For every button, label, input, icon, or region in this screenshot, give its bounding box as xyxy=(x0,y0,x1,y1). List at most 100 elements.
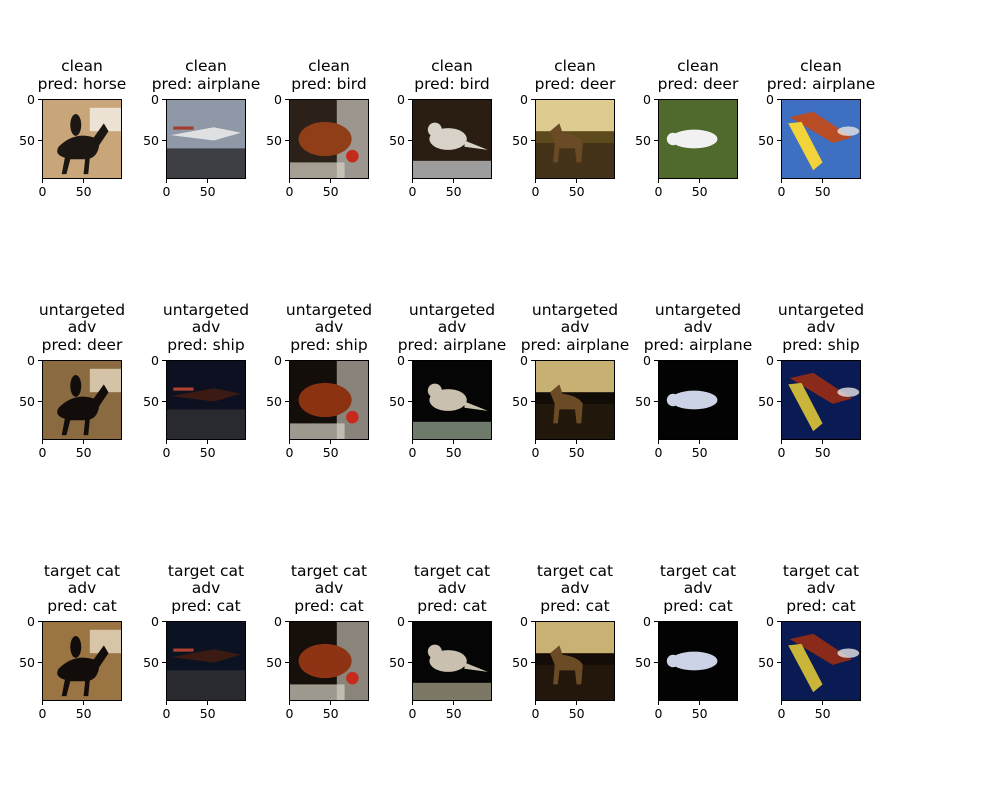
x-tick-label: 50 xyxy=(568,184,585,199)
x-tick-mark xyxy=(166,440,167,444)
panel-title-line: adv xyxy=(806,579,836,598)
x-tick-mark xyxy=(453,179,455,183)
x-tick-label: 0 xyxy=(162,706,171,721)
image-panel xyxy=(781,99,861,179)
panel-title-line: clean xyxy=(800,57,842,76)
x-tick-mark xyxy=(535,179,536,183)
y-tick-mark xyxy=(777,99,781,100)
y-tick-label: 50 xyxy=(635,393,651,409)
horse-rider-photo xyxy=(43,100,121,178)
y-tick-label: 50 xyxy=(512,132,528,148)
y-tick-label: 50 xyxy=(389,654,405,670)
y-tick-mark xyxy=(408,662,412,664)
x-tick-label: 0 xyxy=(777,445,786,460)
y-tick-mark xyxy=(531,99,535,100)
adversarial-airplane-photo xyxy=(167,361,245,439)
x-tick-mark xyxy=(699,179,701,183)
y-tick-label: 50 xyxy=(19,393,35,409)
panel-title: untargeted adv pred: ship xyxy=(746,300,896,354)
y-tick-label: 50 xyxy=(389,393,405,409)
adversarial-chicken-photo xyxy=(290,361,368,439)
y-tick-mark xyxy=(408,621,412,622)
x-tick-mark xyxy=(535,701,536,705)
y-tick-label: 50 xyxy=(389,132,405,148)
adversarial-deer-photo xyxy=(536,361,614,439)
image-panel xyxy=(535,621,615,701)
x-tick-mark xyxy=(535,440,536,444)
adversarial-plane-photo xyxy=(782,361,860,439)
x-tick-label: 0 xyxy=(777,184,786,199)
y-tick-mark xyxy=(654,621,658,622)
x-tick-mark xyxy=(453,701,455,705)
x-tick-mark xyxy=(83,179,85,183)
y-tick-mark xyxy=(162,621,166,622)
y-tick-mark xyxy=(38,401,42,403)
panel-title-line: pred: airplane xyxy=(766,74,876,93)
y-tick-mark xyxy=(777,662,781,664)
y-tick-mark xyxy=(654,360,658,361)
y-tick-label: 50 xyxy=(266,654,282,670)
y-tick-label: 50 xyxy=(758,393,774,409)
y-tick-mark xyxy=(408,401,412,403)
y-tick-mark xyxy=(285,662,289,664)
panel-title-line: pred: ship xyxy=(782,335,860,354)
image-panel xyxy=(42,360,122,440)
x-tick-mark xyxy=(781,179,782,183)
white-deer-on-grass-photo xyxy=(659,100,737,178)
image-panel xyxy=(42,99,122,179)
x-tick-mark xyxy=(42,701,43,705)
image-panel xyxy=(658,99,738,179)
image-panel xyxy=(289,99,369,179)
image-panel xyxy=(781,621,861,701)
y-tick-label: 0 xyxy=(151,352,159,368)
x-tick-label: 0 xyxy=(654,706,663,721)
y-tick-mark xyxy=(285,99,289,100)
adversarial-bird-photo xyxy=(413,361,491,439)
y-tick-mark xyxy=(285,140,289,142)
y-tick-mark xyxy=(654,401,658,403)
y-tick-label: 0 xyxy=(151,613,159,629)
x-tick-label: 50 xyxy=(199,445,216,460)
x-tick-label: 50 xyxy=(199,184,216,199)
x-tick-mark xyxy=(576,701,578,705)
y-tick-label: 0 xyxy=(27,352,35,368)
x-tick-mark xyxy=(658,701,659,705)
x-tick-label: 50 xyxy=(691,445,708,460)
x-tick-mark xyxy=(822,440,824,444)
y-tick-label: 0 xyxy=(520,91,528,107)
x-tick-mark xyxy=(330,701,332,705)
x-tick-label: 50 xyxy=(568,706,585,721)
y-tick-mark xyxy=(531,621,535,622)
x-tick-mark xyxy=(822,701,824,705)
panel-title: clean pred: airplane xyxy=(746,57,896,93)
y-tick-label: 0 xyxy=(397,352,405,368)
panel-title-line: untargeted xyxy=(777,300,865,319)
x-tick-label: 0 xyxy=(162,445,171,460)
y-tick-label: 50 xyxy=(758,132,774,148)
y-tick-mark xyxy=(777,401,781,403)
y-tick-mark xyxy=(285,401,289,403)
y-tick-label: 0 xyxy=(520,613,528,629)
image-panel xyxy=(535,99,615,179)
x-tick-mark xyxy=(699,440,701,444)
y-tick-label: 50 xyxy=(19,654,35,670)
x-tick-mark xyxy=(42,440,43,444)
x-tick-label: 0 xyxy=(162,184,171,199)
x-tick-label: 50 xyxy=(322,184,339,199)
y-tick-label: 50 xyxy=(143,393,159,409)
x-tick-label: 0 xyxy=(408,445,417,460)
x-tick-mark xyxy=(699,701,701,705)
y-tick-mark xyxy=(38,360,42,361)
y-tick-mark xyxy=(777,621,781,622)
x-tick-mark xyxy=(289,440,290,444)
y-tick-label: 0 xyxy=(520,352,528,368)
x-tick-label: 50 xyxy=(75,706,92,721)
targeted-airplane-photo xyxy=(167,622,245,700)
targeted-deer-photo xyxy=(536,622,614,700)
targeted-chicken-photo xyxy=(290,622,368,700)
adversarial-horse-photo xyxy=(43,361,121,439)
y-tick-label: 50 xyxy=(512,654,528,670)
y-tick-mark xyxy=(777,140,781,142)
x-tick-label: 0 xyxy=(408,706,417,721)
x-tick-label: 0 xyxy=(285,706,294,721)
